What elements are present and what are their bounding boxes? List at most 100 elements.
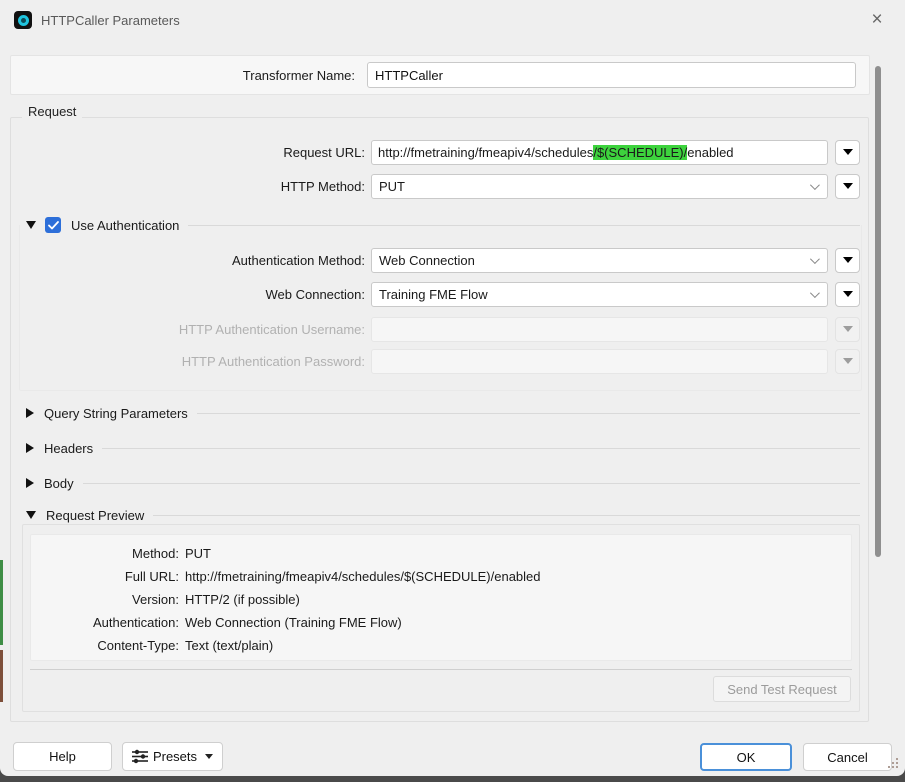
section-body[interactable]: Body — [26, 474, 860, 492]
close-icon[interactable]: × — [861, 4, 893, 36]
divider — [153, 515, 860, 516]
chevron-down-icon — [810, 180, 820, 190]
preview-row-full-url: Full URL: http://fmetraining/fmeapiv4/sc… — [31, 565, 851, 588]
httpcaller-parameters-dialog: HTTPCaller Parameters × Transformer Name… — [0, 0, 905, 776]
use-authentication-label: Use Authentication — [71, 218, 179, 233]
divider — [188, 225, 860, 226]
http-method-select[interactable]: PUT — [371, 174, 828, 199]
web-connection-select[interactable]: Training FME Flow — [371, 282, 828, 307]
web-connection-row: Web Connection: Training FME Flow — [20, 281, 860, 307]
request-url-input[interactable]: http://fmetraining/fmeapiv4/schedules/$(… — [371, 140, 828, 165]
dropdown-triangle-icon — [843, 358, 853, 364]
request-url-row: Request URL: http://fmetraining/fmeapiv4… — [20, 139, 860, 165]
presets-button-label: Presets — [153, 749, 197, 764]
transformer-name-input[interactable] — [367, 62, 856, 88]
transformer-name-label: Transformer Name: — [11, 68, 361, 83]
request-preview-panel: Method: PUT Full URL: http://fmetraining… — [30, 534, 852, 661]
http-method-label: HTTP Method: — [20, 179, 365, 194]
transformer-icon — [14, 11, 32, 29]
divider — [30, 669, 852, 670]
preview-value: PUT — [185, 546, 211, 561]
preview-label: Full URL: — [31, 569, 179, 584]
request-group-label: Request — [22, 104, 82, 119]
http-auth-username-menu-button — [835, 317, 860, 342]
request-preview-label: Request Preview — [46, 508, 144, 523]
send-test-request-button[interactable]: Send Test Request — [713, 676, 851, 702]
section-label: Body — [44, 476, 74, 491]
web-connection-menu-button[interactable] — [835, 282, 860, 307]
cancel-button[interactable]: Cancel — [803, 743, 892, 771]
transformer-icon-ring — [18, 15, 29, 26]
http-auth-password-row: HTTP Authentication Password: — [20, 348, 860, 374]
http-auth-password-menu-button — [835, 349, 860, 374]
transformer-name-panel: Transformer Name: — [10, 55, 870, 95]
http-auth-password-input — [371, 349, 828, 374]
request-url-menu-button[interactable] — [835, 140, 860, 165]
section-request-preview[interactable]: Request Preview — [26, 506, 860, 524]
request-url-text: http://fmetraining/fmeapiv4/schedules — [378, 145, 593, 160]
collapse-triangle-icon — [26, 511, 36, 519]
preview-row-version: Version: HTTP/2 (if possible) — [31, 588, 851, 611]
checkmark-icon — [48, 221, 59, 230]
expand-triangle-icon — [26, 478, 34, 488]
presets-sliders-icon — [132, 749, 148, 764]
dialog-title: HTTPCaller Parameters — [41, 13, 180, 28]
preview-value: Text (text/plain) — [185, 638, 273, 653]
preview-label: Authentication: — [31, 615, 179, 630]
http-auth-username-input — [371, 317, 828, 342]
section-headers[interactable]: Headers — [26, 439, 860, 457]
resize-grip[interactable] — [885, 755, 898, 768]
authentication-method-menu-button[interactable] — [835, 248, 860, 273]
http-method-row: HTTP Method: PUT — [20, 173, 860, 199]
http-method-menu-button[interactable] — [835, 174, 860, 199]
preview-value: HTTP/2 (if possible) — [185, 592, 300, 607]
authentication-method-value: Web Connection — [379, 253, 475, 268]
dropdown-triangle-icon — [843, 183, 853, 189]
ok-button[interactable]: OK — [700, 743, 792, 771]
preview-label: Content-Type: — [31, 638, 179, 653]
section-label: Headers — [44, 441, 93, 456]
chevron-down-icon — [810, 288, 820, 298]
http-method-value: PUT — [379, 179, 405, 194]
presets-caret-icon — [205, 754, 213, 759]
preview-value: Web Connection (Training FME Flow) — [185, 615, 402, 630]
authentication-method-select[interactable]: Web Connection — [371, 248, 828, 273]
section-query-string-parameters[interactable]: Query String Parameters — [26, 404, 860, 422]
preview-label: Version: — [31, 592, 179, 607]
dropdown-triangle-icon — [843, 291, 853, 297]
presets-button[interactable]: Presets — [122, 742, 223, 771]
use-authentication-checkbox[interactable] — [45, 217, 61, 233]
preview-row-method: Method: PUT — [31, 542, 851, 565]
expand-triangle-icon — [26, 443, 34, 453]
http-auth-username-label: HTTP Authentication Username: — [20, 322, 365, 337]
dropdown-triangle-icon — [843, 326, 853, 332]
request-preview-box: Method: PUT Full URL: http://fmetraining… — [22, 524, 860, 712]
background-window-sliver-green — [0, 560, 3, 645]
http-auth-password-label: HTTP Authentication Password: — [20, 354, 365, 369]
authentication-method-label: Authentication Method: — [20, 253, 365, 268]
section-label: Query String Parameters — [44, 406, 188, 421]
help-button[interactable]: Help — [13, 742, 112, 771]
request-url-label: Request URL: — [20, 145, 365, 160]
dropdown-triangle-icon — [843, 149, 853, 155]
preview-value: http://fmetraining/fmeapiv4/schedules/$(… — [185, 569, 541, 584]
expand-triangle-icon — [26, 408, 34, 418]
preview-row-authentication: Authentication: Web Connection (Training… — [31, 611, 851, 634]
divider — [83, 483, 860, 484]
web-connection-value: Training FME Flow — [379, 287, 488, 302]
request-url-text-after: enabled — [687, 145, 733, 160]
collapse-triangle-icon — [26, 221, 36, 229]
divider — [102, 448, 860, 449]
divider — [197, 413, 860, 414]
chevron-down-icon — [810, 254, 820, 264]
web-connection-label: Web Connection: — [20, 287, 365, 302]
background-window-sliver-brown — [0, 650, 3, 702]
dropdown-triangle-icon — [843, 257, 853, 263]
use-authentication-header[interactable]: Use Authentication — [26, 216, 860, 234]
preview-label: Method: — [31, 546, 179, 561]
authentication-method-row: Authentication Method: Web Connection — [20, 247, 860, 273]
title-bar: HTTPCaller Parameters × — [0, 0, 905, 40]
http-auth-username-row: HTTP Authentication Username: — [20, 316, 860, 342]
vertical-scrollbar-thumb[interactable] — [875, 66, 881, 557]
request-url-highlighted-text: /$(SCHEDULE)/ — [593, 145, 687, 160]
